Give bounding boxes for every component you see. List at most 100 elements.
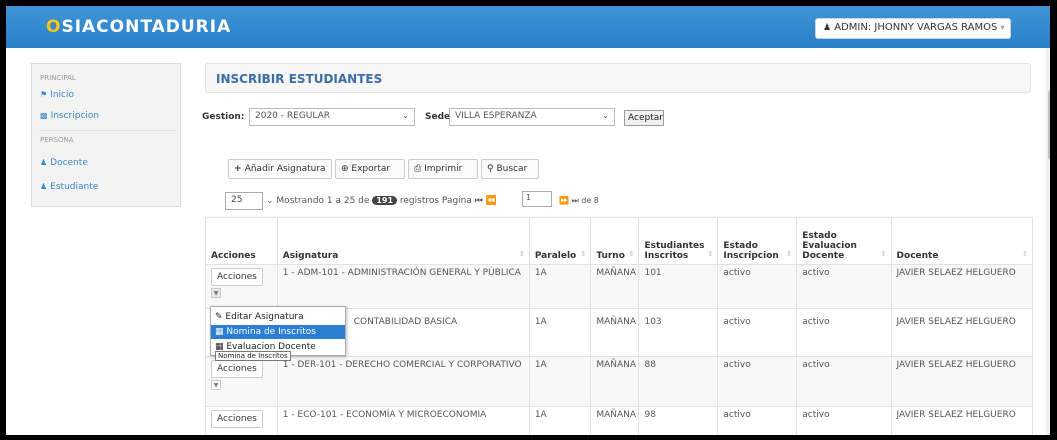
user-menu-button[interactable]: ♟ ADMIN: JHONNY VARGAS RAMOS ▾ [815,18,1011,39]
chevron-down-icon[interactable]: ▼ [211,288,221,298]
sidebar: PRINCIPAL ⚑ Inicio ▩ Inscripcion PERSONA ♟… [31,63,181,207]
enrollment-status-cell: activo [717,308,798,357]
chevron-down-icon[interactable]: ▼ [211,380,221,390]
info-suffix: registros Pagina [399,196,472,206]
prev-page-icon[interactable]: ⏪ [486,196,497,206]
table-row: Acciones 1 - ECO-101 - ECONOMÍA Y MICROE… [205,406,1034,435]
shift-cell: MAÑANA [590,406,640,435]
user-label: ADMIN: JHONNY VARGAS RAMOS [834,22,998,33]
actions-button[interactable]: Acciones [211,268,263,286]
search-label: Buscar [496,164,528,174]
brand-mark-icon: O [46,17,62,37]
user-icon: ♟ [823,23,832,33]
app-window: OSIACONTADURIA ♟ ADMIN: JHONNY VARGAS RA… [6,6,1050,435]
evaluation-status-cell: activo [796,356,892,407]
records-info: ⌄ Mostrando 1 a 25 de 191 registros Pagi… [266,196,497,206]
gestion-label: Gestion: [202,112,245,122]
search-button[interactable]: ⚲ Buscar [481,159,539,179]
sidebar-item-inscripcion[interactable]: ▩ Inscripcion [40,111,99,121]
page-length-select[interactable]: 25 [225,192,263,210]
actions-button[interactable]: Acciones [211,410,263,428]
sede-select[interactable]: VILLA ESPERANZA ⌄ [449,108,615,126]
enrollment-status-cell: activo [717,264,798,309]
parallel-cell: 1A [528,356,592,407]
subject-cell: 1 - ECO-101 - ECONOMÍA Y MICROECONOMIA [276,406,530,435]
first-page-icon[interactable]: ⏮ [475,196,483,206]
sidebar-item-inicio[interactable]: ⚑ Inicio [40,90,74,100]
column-header[interactable]: Estudiantes Inscritos ⇕ [638,217,719,265]
column-header[interactable]: Acciones [205,217,278,265]
page-length-value: 25 [231,195,243,205]
gestion-select[interactable]: 2020 - REGULAR ⌄ [249,108,415,126]
print-button[interactable]: ⎙ Imprimir [408,159,478,179]
add-subject-label: Añadir Asignatura [244,164,326,174]
export-button[interactable]: ⊕ Exportar [335,159,405,179]
next-page-icon[interactable]: ⏩ [559,196,569,205]
evaluation-status-cell: activo [796,308,892,357]
table-header-row: Acciones Asignatura ⇕ Paralelo ⇕ Turno ⇕ Es… [205,217,1034,265]
column-header[interactable]: Docente ⇕ [890,217,1034,265]
accept-button[interactable]: Aceptar [624,110,664,126]
page-number-input[interactable]: 1 [522,191,552,207]
actions-cell: Acciones ▼ [205,264,278,309]
enrollment-status-cell: activo [717,406,798,435]
actions-dropdown-menu: ✎ Editar Asignatura ▦ Nomina de Inscrito… [210,306,346,356]
export-label: Exportar [351,164,391,174]
sort-icon: ⇕ [628,250,635,258]
current-page: 1 [526,193,532,202]
sidebar-item-label: Inscripcion [50,111,100,121]
sort-icon: ⇕ [880,250,887,258]
shift-cell: MAÑANA [590,356,640,407]
actions-button[interactable]: Acciones [211,360,263,378]
page-title: INSCRIBIR ESTUDIANTES [216,72,383,86]
brand-logo[interactable]: OSIACONTADURIA [46,17,231,37]
add-subject-button[interactable]: + Añadir Asignatura [228,159,332,179]
brand-name: SIACONTADURIA [61,17,232,37]
export-icon: ⊕ [341,164,352,174]
shift-cell: MAÑANA [590,308,640,357]
teacher-cell: JAVIER SELAEZ HELGUERO [890,308,1034,357]
table-icon: ▦ [215,327,227,337]
edit-subject-item[interactable]: ✎ Editar Asignatura [211,310,345,324]
scrollbar-thumb[interactable] [1048,90,1050,160]
teacher-cell: JAVIER SELAEZ HELGUERO [890,406,1034,435]
chevron-down-icon: ⌄ [602,111,609,120]
menu-item-label: Nomina de Inscritos [226,327,316,337]
enrolled-cell: 88 [638,356,719,407]
table-row: Acciones ▼ 1 - ADM-101 - ADMINISTRACIÓN G… [205,264,1034,309]
home-icon: ⚑ [40,90,48,99]
parallel-cell: 1A [528,308,592,357]
enrolled-cell: 103 [638,308,719,357]
sort-icon: ⇕ [786,250,793,258]
pager-tail: ⏩ ⏭ de 8 [559,196,599,206]
vertical-scrollbar[interactable] [1046,48,1050,435]
plus-icon: + [234,164,245,174]
column-header[interactable]: Estado Inscripcion ⇕ [717,217,798,265]
group-icon: ▩ [40,111,48,120]
chevron-down-icon: ⌄ [402,111,409,120]
parallel-cell: 1A [528,406,592,435]
shift-cell: MAÑANA [590,264,640,309]
actions-cell: Acciones ▼ [205,356,278,407]
column-header[interactable]: Turno ⇕ [590,217,640,265]
enrolled-roster-item[interactable]: ▦ Nomina de Inscritos [211,325,345,339]
teacher-cell: JAVIER SELAEZ HELGUERO [890,356,1034,407]
enrolled-cell: 98 [638,406,719,435]
last-page-icon[interactable]: ⏭ [572,196,579,205]
subject-cell: 1 - ADM-101 - ADMINISTRACIÓN GENERAL Y P… [276,264,530,309]
info-prefix: Mostrando 1 a 25 de [276,196,370,206]
sidebar-item-estudiante[interactable]: ♟ Estudiante [40,182,98,192]
table-row: Acciones ▼ 1 - DER-101 - DERECHO COMERCIA… [205,356,1034,407]
enrolled-cell: 101 [638,264,719,309]
column-header[interactable]: Estado Evaluacion Docente ⇕ [796,217,892,265]
user-icon: ♟ [40,158,48,167]
column-header[interactable]: Paralelo ⇕ [528,217,592,265]
sort-icon: ⇕ [1022,250,1028,258]
column-header[interactable]: Asignatura ⇕ [276,217,530,265]
sidebar-item-docente[interactable]: ♟ Docente [40,158,88,168]
print-icon: ⎙ [414,164,425,174]
top-navbar: OSIACONTADURIA ♟ ADMIN: JHONNY VARGAS RA… [6,6,1050,48]
user-icon: ♟ [40,182,48,191]
tooltip: Nomina de Inscritos [215,351,291,361]
sidebar-item-label: Docente [50,158,88,168]
